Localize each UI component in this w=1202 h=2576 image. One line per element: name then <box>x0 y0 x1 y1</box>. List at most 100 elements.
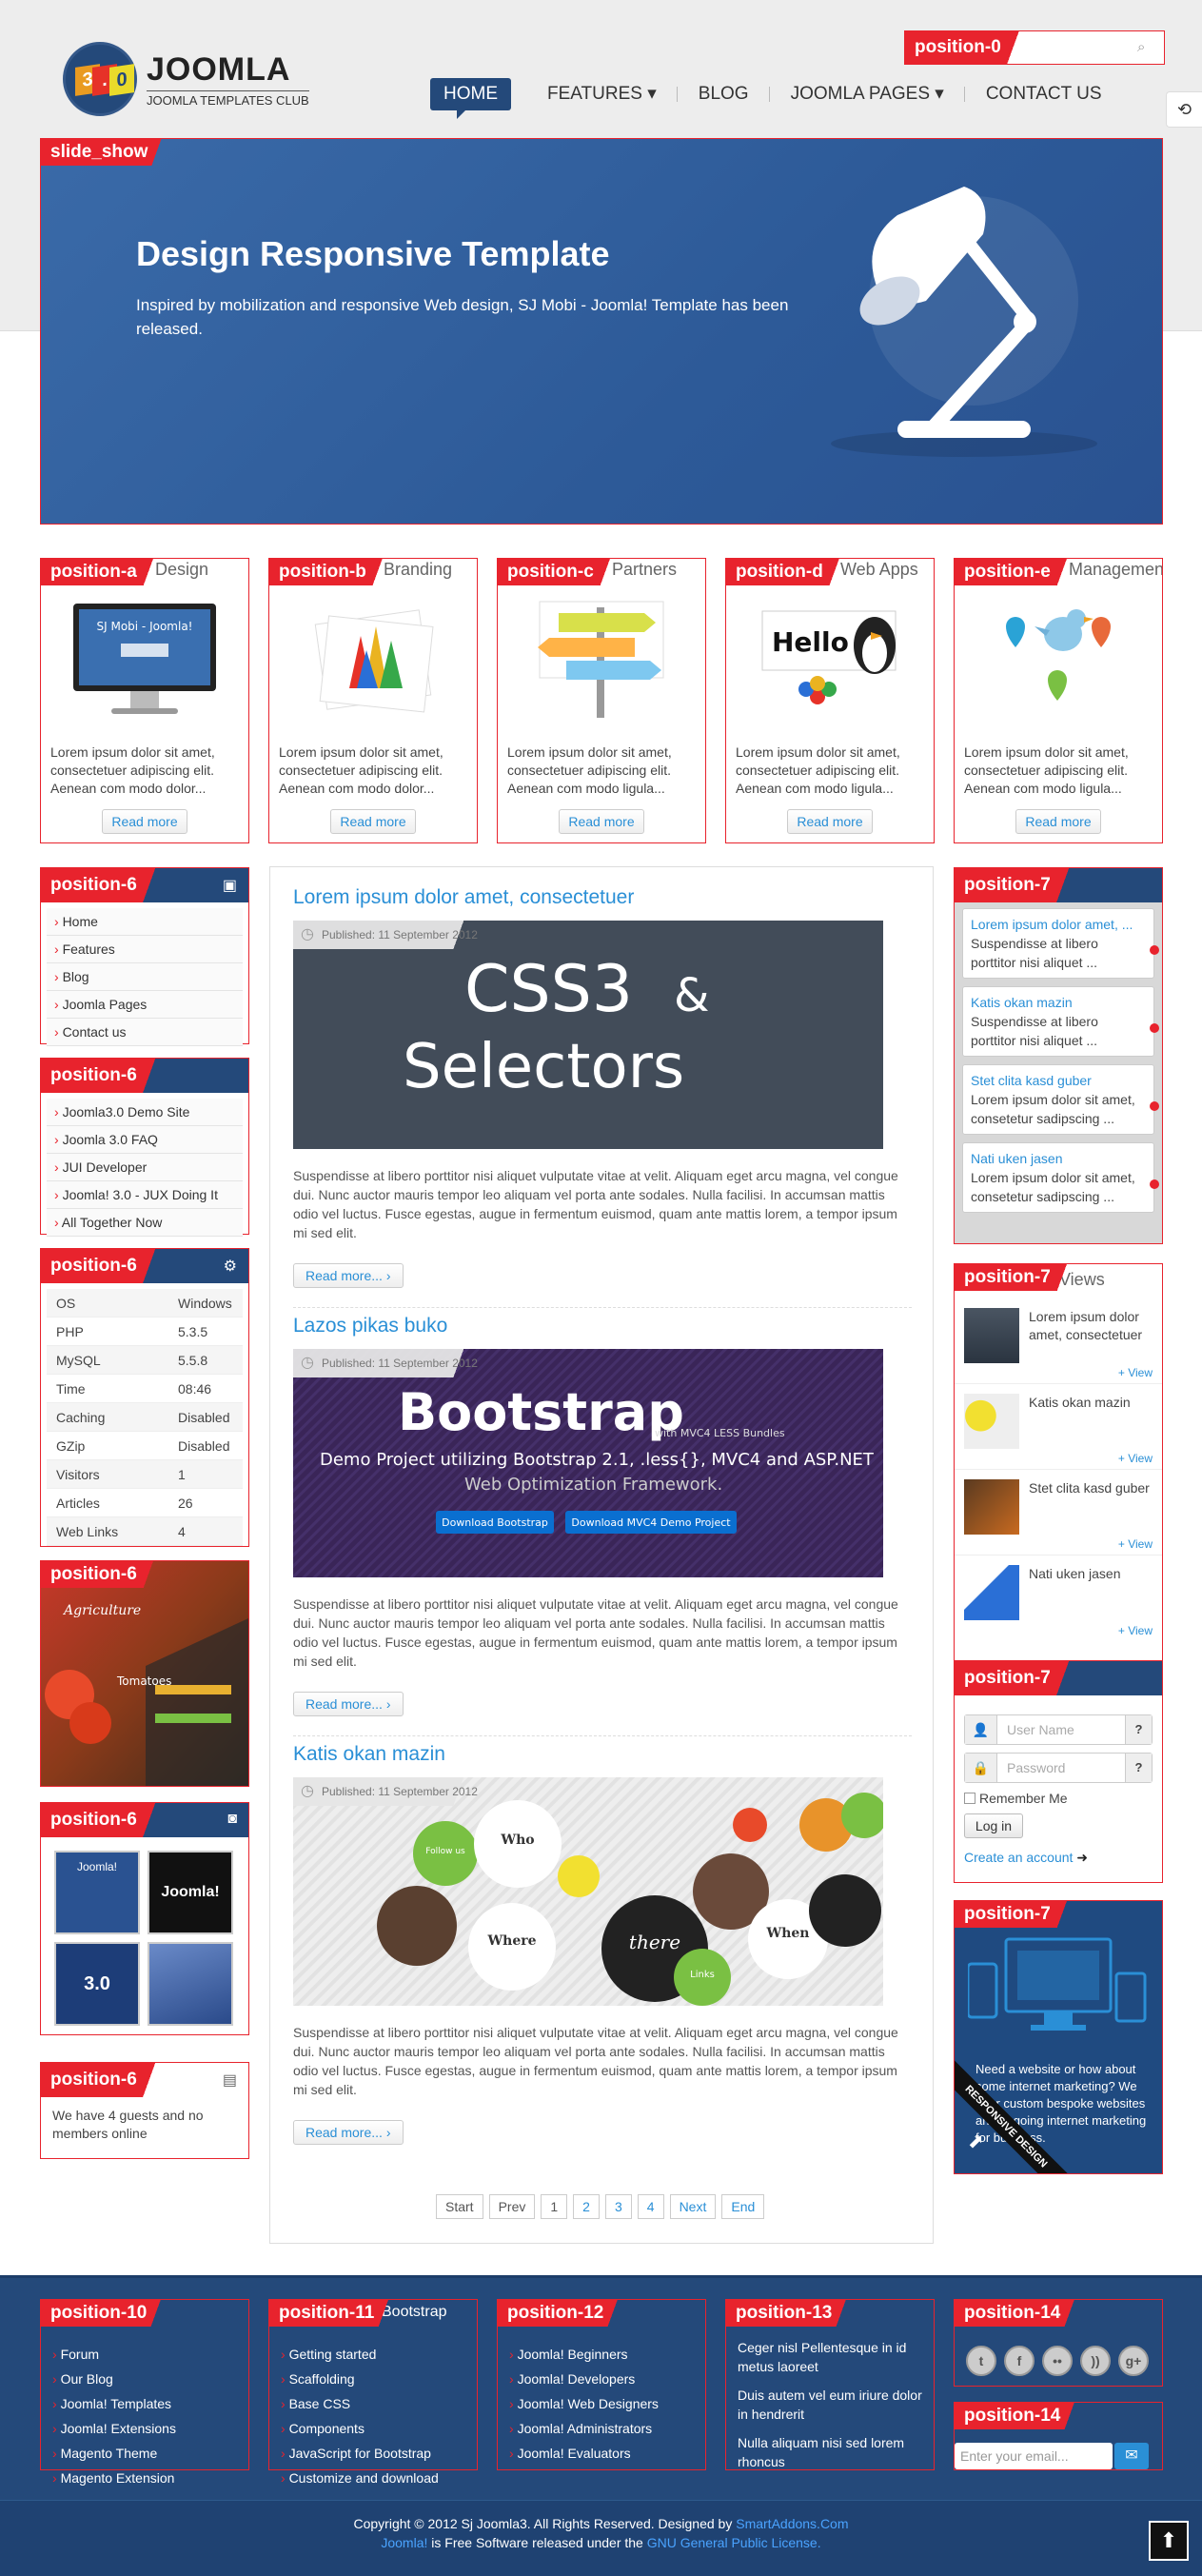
gallery-thumb[interactable]: 3.0 <box>54 1942 140 2026</box>
nav-features[interactable]: FEATURES ▾ <box>526 78 678 110</box>
menu-item-all-together[interactable]: All Together Now <box>47 1209 243 1237</box>
feature-text: Lorem ipsum dolor sit amet, consectetuer… <box>964 744 1129 796</box>
article-title[interactable]: Lazos pikas buko <box>293 1315 447 1338</box>
menu-item-jux[interactable]: Joomla! 3.0 - JUX Doing It <box>47 1181 243 1209</box>
menu-item-demo-site[interactable]: Joomla3.0 Demo Site <box>47 1099 243 1126</box>
footer-link[interactable]: Joomla! Beginners <box>509 2342 659 2367</box>
flickr-icon[interactable]: •• <box>1042 2346 1073 2376</box>
mail-submit-icon[interactable]: ✉ <box>1114 2443 1149 2469</box>
stat-row: Caching Disabled <box>47 1403 243 1432</box>
news-item[interactable]: Stet clita kasd guber + View <box>955 1470 1162 1556</box>
footer-link[interactable]: Joomla! Templates <box>52 2391 176 2416</box>
read-more-button[interactable]: Read more <box>102 809 187 834</box>
remember-checkbox[interactable] <box>964 1793 975 1804</box>
remember-me[interactable]: Remember Me <box>964 1791 1153 1806</box>
article-title[interactable]: Katis okan mazin <box>293 1743 445 1766</box>
nav-home[interactable]: HOME <box>430 78 511 119</box>
footer-link[interactable]: JavaScript for Bootstrap <box>281 2441 439 2466</box>
nav-contact-us[interactable]: CONTACT US <box>965 78 1123 110</box>
slider-item[interactable]: Nati uken jasen Lorem ipsum dolor sit ame… <box>962 1142 1159 1213</box>
side-toggle-icon[interactable]: ⟲ <box>1166 91 1202 128</box>
menu-item-jui-developer[interactable]: JUI Developer <box>47 1154 243 1181</box>
external-link-icon[interactable]: ⬈ <box>968 2130 984 2153</box>
newsletter-email-input[interactable]: Enter your email... <box>955 2443 1113 2469</box>
footer-link[interactable]: Getting started <box>281 2342 439 2367</box>
page-1[interactable]: 1 <box>541 2194 568 2219</box>
gpl-link[interactable]: GNU General Public License. <box>647 2535 821 2550</box>
news-item[interactable]: Katis okan mazin + View <box>955 1384 1162 1470</box>
view-link[interactable]: + View <box>1118 1537 1153 1551</box>
username-field[interactable]: 👤 User Name? <box>964 1714 1153 1745</box>
designer-link[interactable]: SmartAddons.Com <box>736 2516 848 2531</box>
password-field[interactable]: 🔒 Password? <box>964 1753 1153 1783</box>
article-title[interactable]: Lorem ipsum dolor amet, consectetuer <box>293 886 634 909</box>
page-2[interactable]: 2 <box>573 2194 600 2219</box>
position-label: position-7 <box>955 868 1089 902</box>
menu-item-blog[interactable]: Blog <box>47 963 243 991</box>
menu-item-home[interactable]: Home <box>47 908 243 936</box>
slider-item[interactable]: Katis okan mazin Suspendisse at libero po… <box>962 986 1159 1057</box>
footer-link[interactable]: Components <box>281 2416 439 2441</box>
hello-penguin-image: Hello <box>735 593 925 726</box>
menu-item-features[interactable]: Features <box>47 936 243 963</box>
page-3[interactable]: 3 <box>604 2194 632 2219</box>
twitter-icon[interactable]: t <box>966 2346 996 2376</box>
responsive-promo-module[interactable]: position-7 Need a website or how about s… <box>954 1900 1163 2174</box>
footer-link[interactable]: Magento Theme <box>52 2441 176 2466</box>
news-item[interactable]: Nati uken jasen + View <box>955 1556 1162 1641</box>
read-more-button[interactable]: Read more... › <box>293 1692 404 1716</box>
footer-link[interactable]: Magento Extension <box>52 2466 176 2490</box>
menu-item-faq[interactable]: Joomla 3.0 FAQ <box>47 1126 243 1154</box>
footer-link[interactable]: Forum <box>52 2342 176 2367</box>
help-icon[interactable]: ? <box>1125 1754 1152 1782</box>
footer-link[interactable]: Joomla! Evaluators <box>509 2441 659 2466</box>
footer-col-joomla: position-12 Joomla! Beginners Joomla! De… <box>497 2299 706 2470</box>
footer-link[interactable]: Scaffolding <box>281 2367 439 2391</box>
menu-item-joomla-pages[interactable]: Joomla Pages <box>47 991 243 1019</box>
joomla-link[interactable]: Joomla! <box>381 2535 427 2550</box>
page-start[interactable]: Start <box>436 2194 483 2219</box>
help-icon[interactable]: ? <box>1125 1715 1152 1744</box>
facebook-icon[interactable]: f <box>1004 2346 1035 2376</box>
view-link[interactable]: + View <box>1118 1452 1153 1465</box>
read-more-button[interactable]: Read more... › <box>293 2120 404 2145</box>
gallery-thumb[interactable]: Joomla! <box>54 1851 140 1934</box>
footer-link[interactable]: Joomla! Developers <box>509 2367 659 2391</box>
create-account-link[interactable]: Create an account ➜ <box>964 1850 1153 1866</box>
back-to-top-icon[interactable]: ⬆ <box>1149 2521 1189 2561</box>
footer-link[interactable]: Joomla! Extensions <box>52 2416 176 2441</box>
agriculture-banner-module[interactable]: position-6 Agriculture Tomatoes <box>40 1560 249 1787</box>
login-button[interactable]: Log in <box>964 1813 1023 1838</box>
read-more-button[interactable]: Read more <box>787 809 873 834</box>
page-end[interactable]: End <box>721 2194 765 2219</box>
footer-link[interactable]: Joomla! Web Designers <box>509 2391 659 2416</box>
page-4[interactable]: 4 <box>637 2194 664 2219</box>
search-icon[interactable]: ⌕ <box>1137 39 1153 55</box>
read-more-button[interactable]: Read more... › <box>293 1263 404 1288</box>
site-logo[interactable]: 3 . 0 JOOMLA JOOMLA TEMPLATES CLUB <box>63 42 309 116</box>
footer-link[interactable]: Base CSS <box>281 2391 439 2416</box>
footer-link[interactable]: Our Blog <box>52 2367 176 2391</box>
footer-link[interactable]: Joomla! Administrators <box>509 2416 659 2441</box>
nav-blog[interactable]: BLOG <box>678 78 770 110</box>
page-prev[interactable]: Prev <box>488 2194 536 2219</box>
search-box[interactable]: position-0 ⌕ <box>904 30 1165 65</box>
gallery-thumb[interactable] <box>148 1942 233 2026</box>
slide-title: Design Responsive Template <box>136 234 610 273</box>
position-label: position-7 <box>955 1661 1089 1695</box>
view-link[interactable]: + View <box>1118 1624 1153 1637</box>
slider-item[interactable]: Stet clita kasd guber Lorem ipsum dolor s… <box>962 1064 1159 1135</box>
slider-item[interactable]: Lorem ipsum dolor amet, ... Suspendisse a… <box>962 908 1159 979</box>
read-more-button[interactable]: Read more <box>1015 809 1101 834</box>
page-next[interactable]: Next <box>669 2194 717 2219</box>
view-link[interactable]: + View <box>1118 1366 1153 1379</box>
news-item[interactable]: Lorem ipsum dolor amet, consectetuer + Vi… <box>955 1298 1162 1384</box>
menu-item-contact[interactable]: Contact us <box>47 1019 243 1046</box>
read-more-button[interactable]: Read more <box>559 809 644 834</box>
nav-joomla-pages[interactable]: JOOMLA PAGES ▾ <box>770 78 966 110</box>
footer-link[interactable]: Customize and download <box>281 2466 439 2490</box>
gallery-thumb[interactable]: Joomla! <box>148 1851 233 1934</box>
google-plus-icon[interactable]: g+ <box>1118 2346 1149 2376</box>
rss-icon[interactable]: )) <box>1080 2346 1111 2376</box>
read-more-button[interactable]: Read more <box>330 809 416 834</box>
